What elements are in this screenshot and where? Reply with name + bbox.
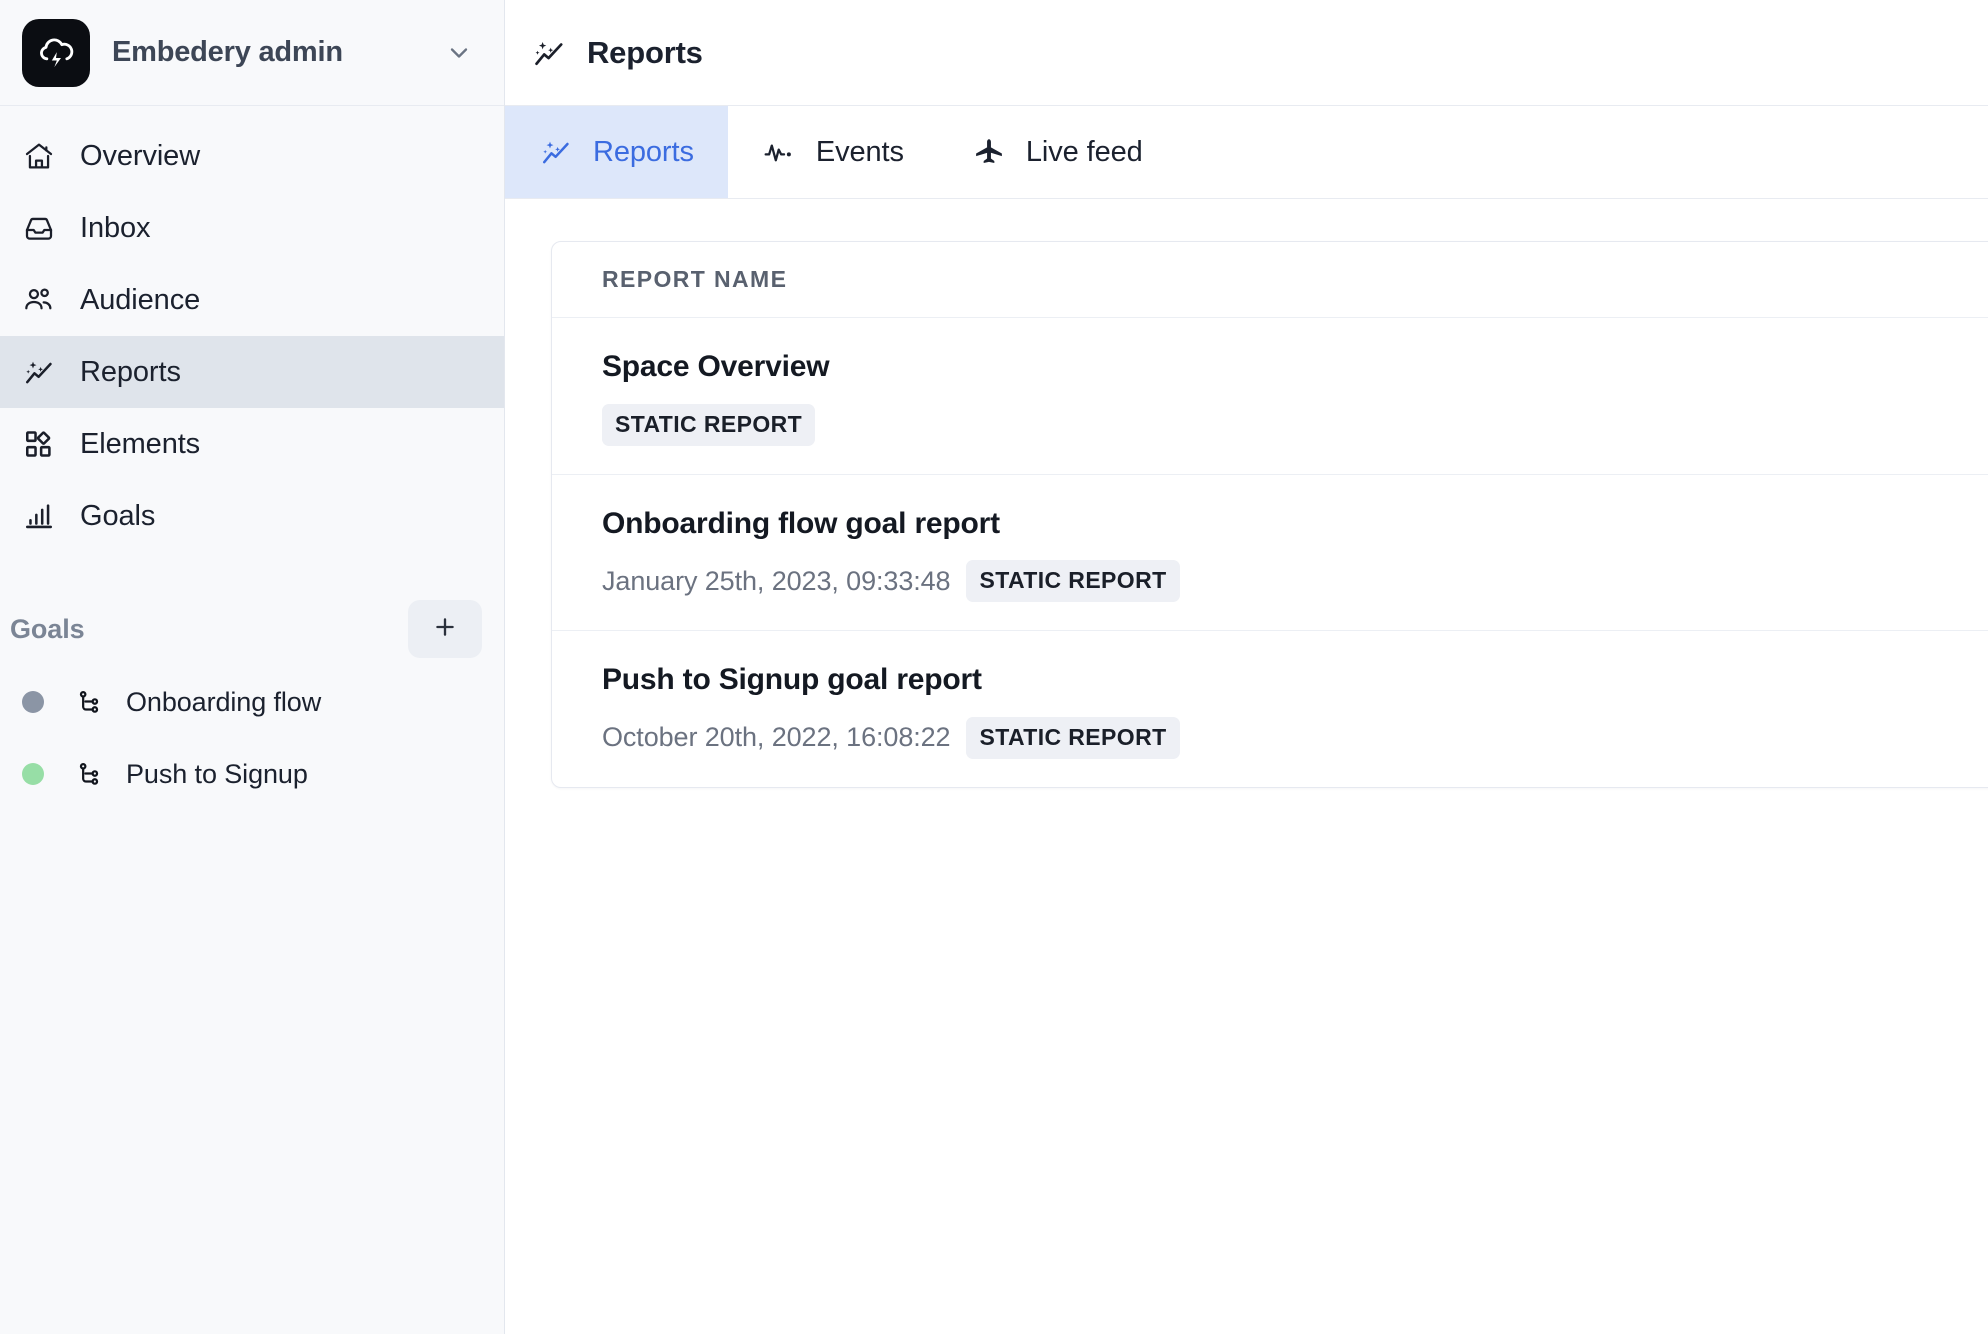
bar-chart-icon [22, 499, 56, 533]
main-panel: Reports Reports Events Live feed REPORT … [505, 0, 1988, 1334]
tab-label: Live feed [1025, 135, 1143, 168]
report-timestamp: January 25th, 2023, 09:33:48 [602, 565, 951, 596]
tab-reports[interactable]: Reports [505, 106, 728, 198]
chevron-down-icon[interactable] [442, 36, 476, 70]
table-row[interactable]: Space Overview STATIC REPORT [552, 318, 1988, 475]
app-root: Embedery admin Overview Inbox Audience R… [0, 0, 1988, 1334]
activity-pulse-icon [762, 135, 796, 169]
report-meta: October 20th, 2022, 16:08:22 STATIC REPO… [602, 716, 1980, 759]
report-name: Space Overview [602, 350, 830, 383]
goal-status-dot [22, 691, 44, 713]
sidebar-item-label: Elements [80, 427, 201, 460]
page-title: Reports [587, 34, 703, 70]
cloud-lightning-icon [22, 18, 90, 87]
sidebar-item-audience[interactable]: Audience [0, 264, 504, 336]
tab-events[interactable]: Events [728, 106, 938, 198]
add-goal-button[interactable] [408, 600, 482, 658]
content-area: REPORT NAME Space Overview STATIC REPORT… [505, 199, 1988, 1334]
report-name: Onboarding flow goal report [602, 506, 1000, 540]
sidebar-item-inbox[interactable]: Inbox [0, 192, 504, 264]
sidebar-item-label: Audience [80, 283, 201, 316]
sidebar-item-elements[interactable]: Elements [0, 408, 504, 480]
workspace-switcher[interactable]: Embedery admin [0, 0, 504, 106]
tab-label: Reports [593, 135, 694, 168]
table-header-row: REPORT NAME [552, 242, 1988, 318]
git-branch-icon [74, 759, 104, 789]
sparkle-chart-icon [531, 35, 567, 71]
sidebar-goal-push-to-signup[interactable]: Push to Signup [0, 738, 504, 810]
sidebar: Embedery admin Overview Inbox Audience R… [0, 0, 505, 1334]
sidebar-item-label: Reports [80, 355, 181, 388]
goals-section-header: Goals [0, 592, 504, 666]
report-meta: STATIC REPORT [602, 403, 1980, 446]
sidebar-item-overview[interactable]: Overview [0, 120, 504, 192]
status-badge: STATIC REPORT [966, 560, 1180, 602]
sidebar-nav: Overview Inbox Audience Reports Elements… [0, 106, 504, 552]
sparkle-chart-icon [22, 355, 56, 389]
tab-live-feed[interactable]: Live feed [938, 106, 1177, 198]
airplane-icon [972, 135, 1006, 169]
sidebar-item-label: Goals [80, 499, 156, 532]
table-row[interactable]: Onboarding flow goal report January 25th… [552, 475, 1988, 631]
tab-bar: Reports Events Live feed [505, 106, 1988, 199]
sidebar-item-label: Inbox [80, 211, 151, 244]
sidebar-goal-onboarding-flow[interactable]: Onboarding flow [0, 666, 504, 738]
sidebar-item-label: Overview [80, 139, 201, 172]
sparkle-chart-icon [539, 135, 573, 169]
workspace-name: Embedery admin [112, 36, 343, 68]
goal-label: Onboarding flow [126, 686, 322, 717]
users-icon [22, 283, 56, 317]
git-branch-icon [74, 687, 104, 717]
status-badge: STATIC REPORT [602, 403, 816, 446]
inbox-icon [22, 211, 56, 245]
report-name: Push to Signup goal report [602, 663, 982, 696]
home-icon [22, 139, 56, 173]
goal-label: Push to Signup [126, 758, 308, 789]
sidebar-item-goals[interactable]: Goals [0, 480, 504, 552]
tab-label: Events [815, 135, 904, 168]
reports-table-card: REPORT NAME Space Overview STATIC REPORT… [551, 241, 1988, 788]
page-header: Reports [505, 0, 1988, 106]
goals-section-title: Goals [10, 613, 85, 644]
report-meta: January 25th, 2023, 09:33:48 STATIC REPO… [602, 560, 1980, 602]
report-timestamp: October 20th, 2022, 16:08:22 [602, 722, 951, 752]
plus-icon [431, 613, 459, 646]
grid-elements-icon [22, 427, 56, 461]
table-row[interactable]: Push to Signup goal report October 20th,… [552, 631, 1988, 787]
goal-status-dot [22, 763, 44, 785]
column-header-report-name: REPORT NAME [602, 266, 788, 292]
sidebar-item-reports[interactable]: Reports [0, 336, 504, 408]
status-badge: STATIC REPORT [966, 716, 1180, 759]
